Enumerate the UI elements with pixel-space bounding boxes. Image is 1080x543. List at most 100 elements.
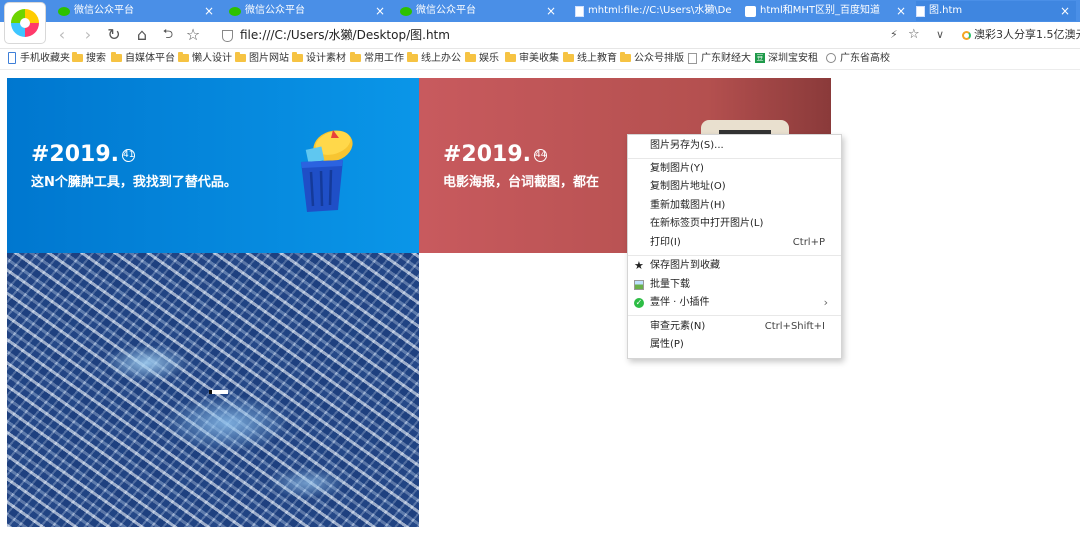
folder-icon	[505, 52, 516, 62]
folder-icon	[178, 52, 189, 62]
menu-save-to-favorites[interactable]: ★ 保存图片到收藏	[628, 257, 841, 275]
banner-subtitle: 电影海报，台词截图，都在	[443, 175, 600, 190]
bookmark-label: 线上办公	[421, 53, 461, 64]
back-button[interactable]: ‹	[52, 25, 72, 45]
bookmark-folder[interactable]: 线上教育	[563, 51, 617, 67]
bookmark-label: 自媒体平台	[125, 53, 175, 64]
bookmark-mobile-favorites[interactable]: 手机收藏夹	[8, 51, 70, 67]
close-icon[interactable]: ×	[546, 1, 556, 21]
menu-yiban-plugin[interactable]: ✓ 壹伴 · 小插件 ›	[628, 294, 841, 312]
green-site-icon: 豆	[755, 53, 765, 63]
bookmark-label: 广东财经大	[701, 53, 751, 64]
news-ticker[interactable]: 澳彩3人分享1.5亿澳元	[962, 26, 1080, 44]
bookmark-label: 线上教育	[577, 53, 617, 64]
menu-copy-image-address[interactable]: 复制图片地址(O)	[628, 178, 841, 196]
bookmark-star-button[interactable]: ☆	[183, 25, 203, 45]
bookmark-label: 深圳宝安租	[768, 53, 818, 64]
favorite-star-icon[interactable]: ☆	[908, 26, 920, 44]
bookmark-label: 图片网站	[249, 53, 289, 64]
bookmark-page[interactable]: 广东省高校	[826, 51, 890, 67]
menu-print[interactable]: 打印(I) Ctrl+P	[628, 234, 841, 252]
bookmark-page[interactable]: 广东财经大	[688, 51, 751, 67]
close-icon[interactable]: ×	[375, 1, 385, 21]
bookmark-folder[interactable]: 懒人设计	[178, 51, 232, 67]
bookmark-folder[interactable]: 搜索	[72, 51, 106, 67]
dropdown-icon[interactable]: ∨	[936, 26, 944, 44]
menu-shortcut: Ctrl+Shift+I	[764, 321, 825, 332]
close-icon[interactable]: ×	[896, 1, 906, 21]
bookmark-label: 懒人设计	[192, 53, 232, 64]
folder-icon	[235, 52, 246, 62]
baidu-icon	[745, 5, 756, 17]
address-bar[interactable]: file:///C:/Users/水獭/Desktop/图.htm	[222, 26, 450, 44]
bookmark-label: 常用工作	[364, 53, 404, 64]
bookmark-folder[interactable]: 设计素材	[292, 51, 346, 67]
banner-title: #2019. 41	[31, 142, 136, 167]
menu-shortcut: Ctrl+P	[792, 237, 825, 248]
close-icon[interactable]: ×	[1060, 1, 1070, 21]
folder-icon	[111, 52, 122, 62]
plane-mark	[212, 390, 228, 394]
menu-inspect-element[interactable]: 审查元素(N) Ctrl+Shift+I	[628, 318, 841, 336]
folder-icon	[292, 52, 303, 62]
tab-wechat-2[interactable]: 微信公众平台 ×	[229, 1, 389, 21]
menu-copy-image[interactable]: 复制图片(Y)	[628, 160, 841, 178]
tab-baidu[interactable]: html和MHT区别_百度知道 ×	[745, 1, 910, 21]
phone-icon	[8, 52, 16, 64]
menu-divider	[628, 315, 841, 316]
home-button[interactable]: ⌂	[132, 25, 152, 45]
bookmark-label: 公众号排版	[634, 53, 684, 64]
tab-wechat-1[interactable]: 微信公众平台 ×	[58, 1, 218, 21]
reload-button[interactable]: ↻	[104, 25, 124, 45]
menu-save-image-as[interactable]: 图片另存为(S)...	[628, 137, 841, 155]
close-icon[interactable]: ×	[204, 1, 214, 21]
menu-divider	[628, 255, 841, 256]
news-text: 澳彩3人分享1.5亿澳元	[974, 28, 1080, 41]
url-text: file:///C:/Users/水獭/Desktop/图.htm	[240, 28, 450, 42]
menu-open-image-new-tab[interactable]: 在新标签页中打开图片(L)	[628, 215, 841, 233]
issue-number-badge: 41	[122, 148, 136, 162]
menu-reload-image[interactable]: 重新加载图片(H)	[628, 197, 841, 215]
menu-label: 复制图片地址(O)	[650, 181, 726, 192]
bookmark-folder[interactable]: 自媒体平台	[111, 51, 175, 67]
menu-properties[interactable]: 属性(P)	[628, 336, 841, 354]
news-ring-icon	[962, 30, 971, 40]
lightning-icon[interactable]: ⚡	[890, 26, 898, 44]
chevron-right-icon: ›	[823, 296, 828, 309]
bookmark-folder[interactable]: 审美收集	[505, 51, 559, 67]
banner-subtitle: 这N个臃肿工具，我找到了替代品。	[31, 175, 237, 190]
bookmark-folder[interactable]: 公众号排版	[620, 51, 684, 67]
mountain-aerial-image[interactable]	[7, 253, 419, 527]
wechat-icon	[400, 6, 412, 16]
tab-active-page[interactable]: 图.htm ×	[916, 1, 1076, 21]
bookmark-folder[interactable]: 常用工作	[350, 51, 404, 67]
tab-mhtml[interactable]: mhtml:file://C:\Users\水獭\De	[575, 1, 733, 21]
yiban-icon: ✓	[634, 298, 644, 308]
article-banner-1[interactable]: #2019. 41 这N个臃肿工具，我找到了替代品。	[7, 78, 419, 253]
wechat-icon	[229, 6, 241, 16]
tab-strip: 微信公众平台 × 微信公众平台 × 微信公众平台 × mhtml:file://…	[0, 0, 1080, 22]
bookmark-folder[interactable]: 线上办公	[407, 51, 461, 67]
bookmark-folder[interactable]: 图片网站	[235, 51, 289, 67]
menu-label: 重新加载图片(H)	[650, 200, 726, 211]
document-icon	[575, 5, 584, 17]
trash-bin-icon	[301, 130, 353, 212]
tab-wechat-3[interactable]: 微信公众平台 ×	[400, 1, 560, 21]
undo-close-button[interactable]: ⮌	[158, 25, 178, 45]
browser-logo[interactable]	[5, 3, 45, 43]
menu-label: 在新标签页中打开图片(L)	[650, 218, 764, 229]
menu-batch-download[interactable]: 批量下载	[628, 276, 841, 294]
globe-icon	[826, 53, 836, 63]
menu-label: 壹伴 · 小插件	[650, 297, 710, 308]
folder-icon	[620, 52, 631, 62]
bookmark-label: 手机收藏夹	[20, 53, 70, 64]
tab-label: 微信公众平台	[245, 5, 305, 16]
menu-label: 图片另存为(S)...	[650, 140, 724, 151]
bookmark-page[interactable]: 豆深圳宝安租	[755, 51, 818, 67]
page-icon	[688, 52, 697, 64]
bookmark-label: 审美收集	[519, 53, 559, 64]
forward-button[interactable]: ›	[78, 25, 98, 45]
bookmarks-bar: 手机收藏夹 搜索 自媒体平台 懒人设计 图片网站 设计素材 常用工作 线上办公 …	[0, 49, 1080, 70]
folder-icon	[563, 52, 574, 62]
bookmark-folder[interactable]: 娱乐	[465, 51, 499, 67]
